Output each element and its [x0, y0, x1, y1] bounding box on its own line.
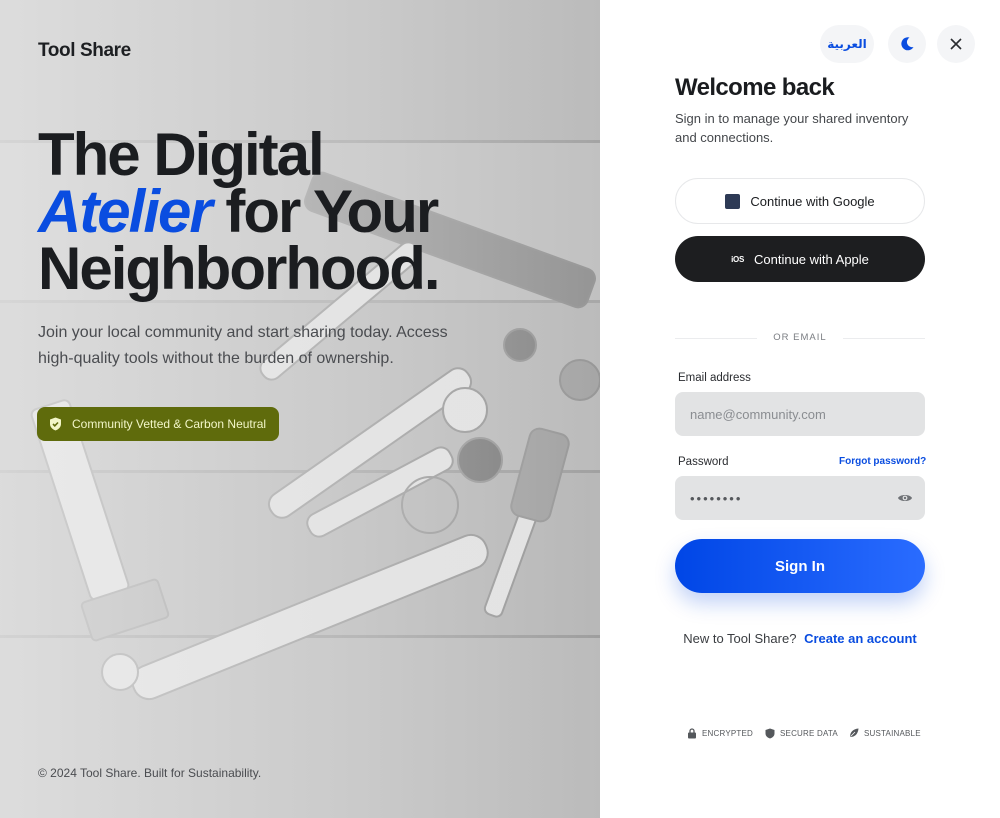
brand-logo-text: Tool Share: [38, 40, 131, 61]
email-label: Email address: [678, 372, 751, 384]
shield-icon: [765, 728, 775, 739]
trust-label: ENCRYPTED: [702, 729, 753, 738]
apple-button-label: Continue with Apple: [753, 251, 869, 267]
trust-badge-sustainable: SUSTAINABLE: [849, 728, 921, 738]
close-button[interactable]: [937, 25, 975, 63]
page-title: Welcome back: [675, 74, 835, 101]
continue-with-apple-button[interactable]: iOS Continue with Apple: [675, 236, 925, 282]
google-button-label: Continue with Google: [750, 193, 875, 209]
lock-icon: [688, 728, 696, 739]
password-label: Password: [678, 456, 729, 468]
trust-label: SUSTAINABLE: [864, 728, 921, 738]
signin-panel: العربية Welcome back Sign in to manage y…: [600, 0, 1000, 818]
shield-check-icon: [50, 417, 61, 431]
leaf-icon: [850, 728, 859, 737]
password-input[interactable]: [675, 476, 925, 520]
trust-badge-secure-data: SECURE DATA: [765, 728, 838, 739]
badge-label: Community Vetted & Carbon Neutral: [72, 417, 267, 431]
apple-ios-icon: iOS: [731, 254, 744, 264]
trust-badge-encrypted: ENCRYPTED: [687, 728, 753, 739]
eye-icon[interactable]: [897, 490, 913, 506]
headline-line-2: Atelier for Your: [38, 182, 558, 242]
continue-with-google-button[interactable]: Continue with Google: [675, 178, 925, 224]
or-email-divider: OR EMAIL: [675, 330, 925, 346]
forgot-password-link[interactable]: Forgot password?: [839, 456, 926, 467]
intro-text: Sign in to manage your shared inventory …: [675, 111, 909, 145]
theme-toggle-button[interactable]: [888, 25, 926, 63]
close-icon: [950, 38, 962, 50]
google-icon: [725, 193, 741, 209]
create-account-link[interactable]: Create an account: [804, 631, 917, 646]
email-input[interactable]: [675, 392, 925, 436]
hero-subtext: Join your local community and start shar…: [38, 324, 448, 367]
hero-panel: Tool Share The Digital Atelier for Your …: [0, 0, 600, 818]
divider-line-right: [843, 338, 925, 339]
sign-in-button[interactable]: Sign In: [675, 539, 925, 593]
signup-prompt-text: New to Tool Share?: [683, 631, 797, 646]
copyright-footer: © 2024 Tool Share. Built for Sustainabil…: [38, 766, 262, 780]
headline-line-1: The Digital: [38, 121, 325, 188]
signup-prompt: New to Tool Share? Create an account: [675, 631, 925, 646]
moon-icon: [901, 37, 914, 51]
headline-line-3: Neighborhood.: [38, 235, 441, 302]
language-toggle-button[interactable]: العربية: [820, 25, 874, 63]
hero-headline: The Digital Atelier for Your Neighborhoo…: [38, 121, 558, 302]
trust-label: SECURE DATA: [780, 729, 838, 738]
community-badge: Community Vetted & Carbon Neutral: [37, 407, 279, 441]
